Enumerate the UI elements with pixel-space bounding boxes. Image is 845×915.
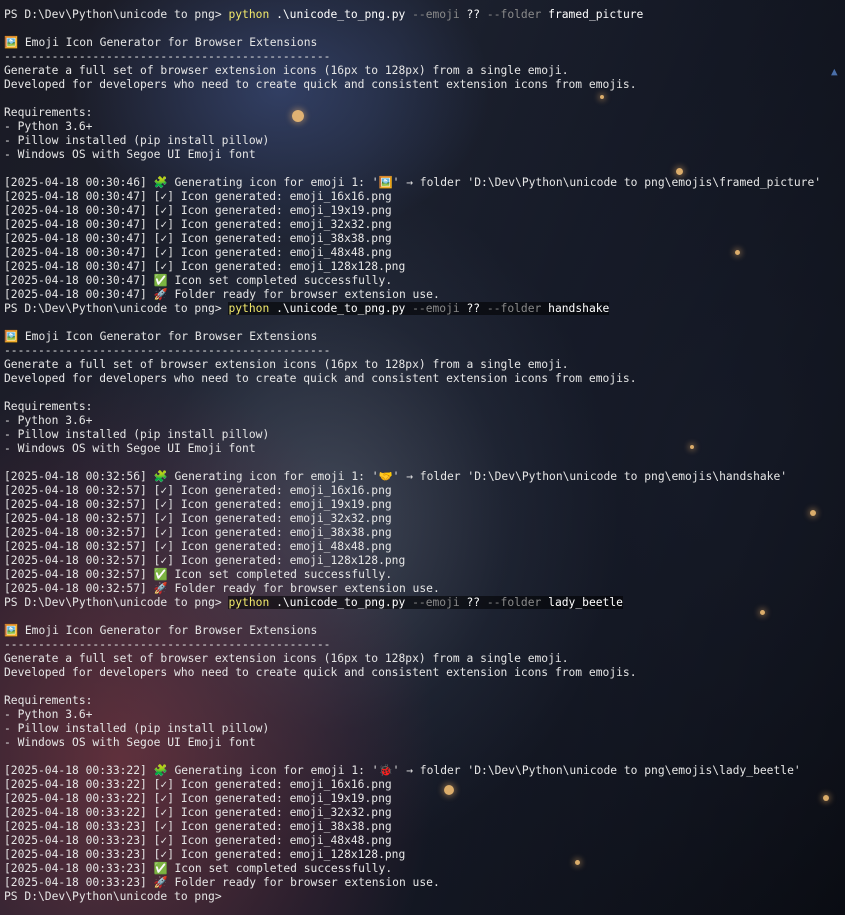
- log-line: [2025-04-18 00:33:22] [✓] Icon generated…: [4, 806, 392, 819]
- command-flag-folder: --folder: [486, 596, 542, 609]
- log-line: [2025-04-18 00:33:23] [✓] Icon generated…: [4, 834, 392, 847]
- requirement-item: - Windows OS with Segoe UI Emoji font: [4, 736, 256, 749]
- requirement-item: - Pillow installed (pip install pillow): [4, 428, 270, 441]
- log-line: [2025-04-18 00:33:22] [✓] Icon generated…: [4, 778, 392, 791]
- command-text: python .\unicode_to_png.py --emoji ?? --…: [228, 8, 643, 21]
- requirement-item: - Windows OS with Segoe UI Emoji font: [4, 148, 256, 161]
- command-script: .\unicode_to_png.py: [269, 596, 413, 609]
- log-line: [2025-04-18 00:32:57] [✓] Icon generated…: [4, 554, 406, 567]
- log-line: [2025-04-18 00:32:57] [✓] Icon generated…: [4, 484, 392, 497]
- command-emoji-arg: ??: [459, 596, 487, 609]
- log-line: [2025-04-18 00:30:47] [✓] Icon generated…: [4, 260, 406, 273]
- description-line: Generate a full set of browser extension…: [4, 64, 569, 77]
- app-header: 🖼️ Emoji Icon Generator for Browser Exte…: [4, 624, 318, 637]
- command-script: .\unicode_to_png.py: [269, 8, 413, 21]
- header-rule: ----------------------------------------…: [4, 344, 331, 357]
- terminal-output[interactable]: PS D:\Dev\Python\unicode to png> python …: [4, 8, 821, 904]
- command-flag-emoji: --emoji: [412, 596, 460, 609]
- scroll-marker-icon: ▲: [831, 65, 838, 78]
- log-line: [2025-04-18 00:30:47] [✓] Icon generated…: [4, 246, 392, 259]
- requirement-item: - Pillow installed (pip install pillow): [4, 722, 270, 735]
- description-line: Developed for developers who need to cre…: [4, 372, 637, 385]
- requirements-title: Requirements:: [4, 694, 93, 707]
- command-flag-folder: --folder: [486, 302, 542, 315]
- command-line: PS D:\Dev\Python\unicode to png> python …: [4, 302, 821, 316]
- prompt: PS D:\Dev\Python\unicode to png>: [4, 302, 229, 315]
- command-exe: python: [228, 596, 270, 609]
- log-line: [2025-04-18 00:33:23] [✓] Icon generated…: [4, 848, 406, 861]
- prompt: PS D:\Dev\Python\unicode to png>: [4, 890, 229, 903]
- command-folder-arg: lady_beetle: [541, 596, 623, 609]
- log-line: [2025-04-18 00:32:57] [✓] Icon generated…: [4, 526, 392, 539]
- command-script: .\unicode_to_png.py: [269, 302, 413, 315]
- log-line: [2025-04-18 00:32:57] [✓] Icon generated…: [4, 540, 392, 553]
- command-folder-arg: handshake: [541, 302, 610, 315]
- requirement-item: - Python 3.6+: [4, 708, 93, 721]
- log-line: [2025-04-18 00:32:57] [✓] Icon generated…: [4, 498, 392, 511]
- requirement-item: - Python 3.6+: [4, 120, 93, 133]
- log-line: [2025-04-18 00:30:47] [✓] Icon generated…: [4, 218, 392, 231]
- command-text: python .\unicode_to_png.py --emoji ?? --…: [228, 302, 610, 315]
- log-line: [2025-04-18 00:32:57] 🚀 Folder ready for…: [4, 582, 440, 595]
- log-line: [2025-04-18 00:33:22] [✓] Icon generated…: [4, 792, 392, 805]
- command-exe: python: [228, 302, 270, 315]
- log-line: [2025-04-18 00:33:23] 🚀 Folder ready for…: [4, 876, 440, 889]
- log-line: [2025-04-18 00:33:23] [✓] Icon generated…: [4, 820, 392, 833]
- prompt: PS D:\Dev\Python\unicode to png>: [4, 8, 229, 21]
- header-rule: ----------------------------------------…: [4, 638, 331, 651]
- command-line: PS D:\Dev\Python\unicode to png> python …: [4, 8, 821, 22]
- description-line: Developed for developers who need to cre…: [4, 666, 637, 679]
- command-flag-folder: --folder: [486, 8, 542, 21]
- command-exe: python: [228, 8, 270, 21]
- log-line: [2025-04-18 00:30:46] 🧩 Generating icon …: [4, 176, 822, 189]
- command-folder-arg: framed_picture: [541, 8, 644, 21]
- command-emoji-arg: ??: [459, 8, 487, 21]
- final-prompt[interactable]: PS D:\Dev\Python\unicode to png>: [4, 890, 821, 904]
- command-line: PS D:\Dev\Python\unicode to png> python …: [4, 596, 821, 610]
- requirement-item: - Windows OS with Segoe UI Emoji font: [4, 442, 256, 455]
- log-line: [2025-04-18 00:33:22] 🧩 Generating icon …: [4, 764, 801, 777]
- log-line: [2025-04-18 00:32:56] 🧩 Generating icon …: [4, 470, 788, 483]
- requirements-title: Requirements:: [4, 106, 93, 119]
- star: [823, 795, 829, 801]
- app-header: 🖼️ Emoji Icon Generator for Browser Exte…: [4, 330, 318, 343]
- description-line: Generate a full set of browser extension…: [4, 652, 569, 665]
- header-rule: ----------------------------------------…: [4, 50, 331, 63]
- command-flag-emoji: --emoji: [412, 302, 460, 315]
- app-header: 🖼️ Emoji Icon Generator for Browser Exte…: [4, 36, 318, 49]
- requirements-title: Requirements:: [4, 400, 93, 413]
- log-line: [2025-04-18 00:32:57] ✅ Icon set complet…: [4, 568, 393, 581]
- log-line: [2025-04-18 00:32:57] [✓] Icon generated…: [4, 512, 392, 525]
- log-line: [2025-04-18 00:33:23] ✅ Icon set complet…: [4, 862, 393, 875]
- command-emoji-arg: ??: [459, 302, 487, 315]
- prompt: PS D:\Dev\Python\unicode to png>: [4, 596, 229, 609]
- requirement-item: - Python 3.6+: [4, 414, 93, 427]
- description-line: Generate a full set of browser extension…: [4, 358, 569, 371]
- log-line: [2025-04-18 00:30:47] [✓] Icon generated…: [4, 232, 392, 245]
- log-line: [2025-04-18 00:30:47] 🚀 Folder ready for…: [4, 288, 440, 301]
- description-line: Developed for developers who need to cre…: [4, 78, 637, 91]
- log-line: [2025-04-18 00:30:47] [✓] Icon generated…: [4, 204, 392, 217]
- command-flag-emoji: --emoji: [412, 8, 460, 21]
- command-text: python .\unicode_to_png.py --emoji ?? --…: [228, 596, 623, 609]
- log-line: [2025-04-18 00:30:47] [✓] Icon generated…: [4, 190, 392, 203]
- requirement-item: - Pillow installed (pip install pillow): [4, 134, 270, 147]
- log-line: [2025-04-18 00:30:47] ✅ Icon set complet…: [4, 274, 393, 287]
